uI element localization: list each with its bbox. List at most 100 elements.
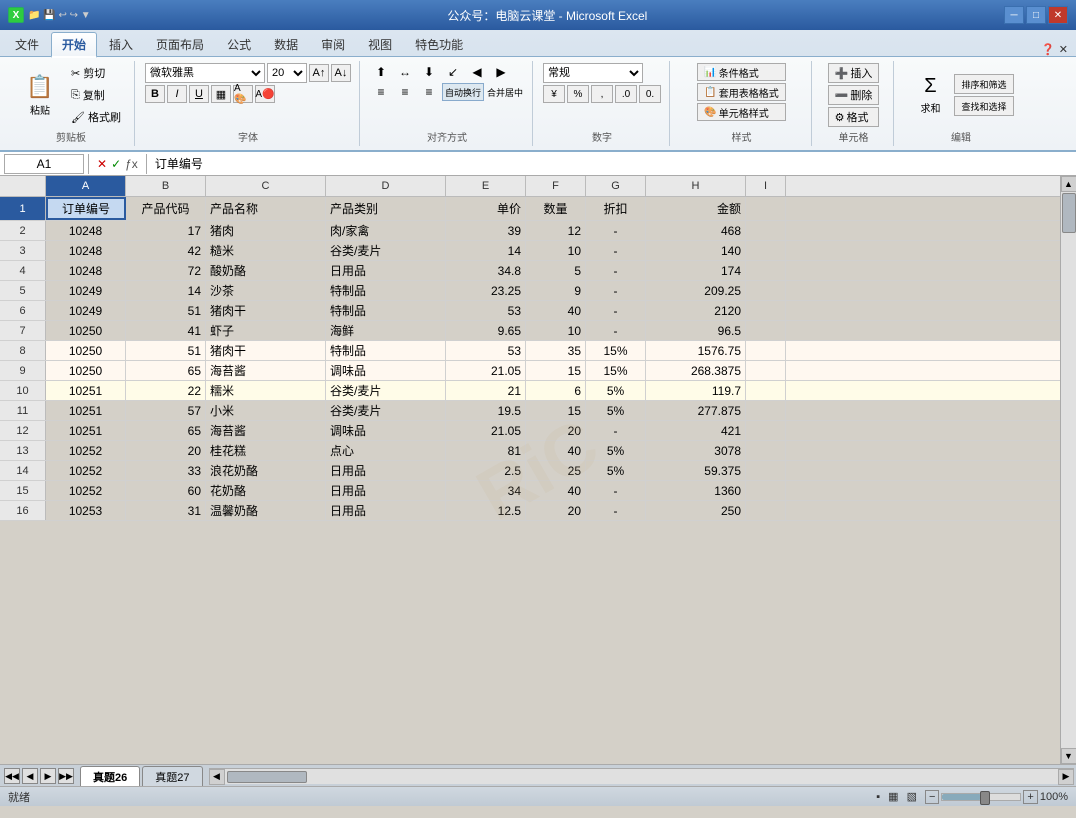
cell-h6[interactable]: 2120	[646, 301, 746, 320]
sheet-next-one-button[interactable]: ▶	[40, 768, 56, 784]
cell-b2[interactable]: 17	[126, 221, 206, 240]
tab-data[interactable]: 数据	[263, 32, 309, 56]
font-name-select[interactable]: 微软雅黑	[145, 63, 265, 83]
scroll-track[interactable]	[1061, 192, 1076, 748]
cell-d4[interactable]: 日用品	[326, 261, 446, 280]
row-number-13[interactable]: 13	[0, 441, 46, 460]
col-header-b[interactable]: B	[126, 176, 206, 196]
tab-review[interactable]: 审阅	[310, 32, 356, 56]
align-middle-button[interactable]: ↔	[394, 63, 416, 81]
paste-button[interactable]: 📋 粘贴	[16, 66, 64, 124]
cell-f4[interactable]: 5	[526, 261, 586, 280]
insert-function-icon[interactable]: ƒx	[125, 157, 138, 171]
cell-g4[interactable]: -	[586, 261, 646, 280]
cell-d5[interactable]: 特制品	[326, 281, 446, 300]
cell-a5[interactable]: 10249	[46, 281, 126, 300]
zoom-handle[interactable]	[980, 791, 990, 805]
cell-e6[interactable]: 53	[446, 301, 526, 320]
cell-h1[interactable]: 金额	[646, 197, 746, 220]
cell-d6[interactable]: 特制品	[326, 301, 446, 320]
row-number-10[interactable]: 10	[0, 381, 46, 400]
cell-i12[interactable]	[746, 421, 786, 440]
cell-f5[interactable]: 9	[526, 281, 586, 300]
cell-i5[interactable]	[746, 281, 786, 300]
vertical-scrollbar[interactable]: ▲ ▼	[1060, 176, 1076, 764]
cell-d1[interactable]: 产品类别	[326, 197, 446, 220]
cell-c12[interactable]: 海苔酱	[206, 421, 326, 440]
cell-b3[interactable]: 42	[126, 241, 206, 260]
cell-i2[interactable]	[746, 221, 786, 240]
minimize-button[interactable]: ─	[1004, 6, 1024, 24]
tab-page-layout[interactable]: 页面布局	[145, 32, 215, 56]
scroll-h-track[interactable]	[226, 770, 1058, 784]
cell-g10[interactable]: 5%	[586, 381, 646, 400]
cell-a3[interactable]: 10248	[46, 241, 126, 260]
cell-c4[interactable]: 酸奶酪	[206, 261, 326, 280]
cell-f7[interactable]: 10	[526, 321, 586, 340]
cell-g6[interactable]: -	[586, 301, 646, 320]
cell-c8[interactable]: 猪肉干	[206, 341, 326, 360]
cell-b16[interactable]: 31	[126, 501, 206, 520]
align-right-button[interactable]: ≡	[418, 83, 440, 101]
cell-f1[interactable]: 数量	[526, 197, 586, 220]
font-shrink-button[interactable]: A↓	[331, 64, 351, 82]
cell-g16[interactable]: -	[586, 501, 646, 520]
cell-c9[interactable]: 海苔酱	[206, 361, 326, 380]
align-top-button[interactable]: ⬆	[370, 63, 392, 81]
row-number-11[interactable]: 11	[0, 401, 46, 420]
cell-f15[interactable]: 40	[526, 481, 586, 500]
font-color-button[interactable]: A🔴	[255, 85, 275, 103]
cell-reference-input[interactable]	[4, 154, 84, 174]
cell-e8[interactable]: 53	[446, 341, 526, 360]
cell-e11[interactable]: 19.5	[446, 401, 526, 420]
sheet-tab-zhenti27[interactable]: 真题27	[142, 766, 202, 787]
cell-c6[interactable]: 猪肉干	[206, 301, 326, 320]
cut-button[interactable]: ✂剪切	[66, 63, 126, 83]
cell-a8[interactable]: 10250	[46, 341, 126, 360]
cell-c15[interactable]: 花奶酪	[206, 481, 326, 500]
align-center-button[interactable]: ≡	[394, 83, 416, 101]
cell-e14[interactable]: 2.5	[446, 461, 526, 480]
cell-c7[interactable]: 虾子	[206, 321, 326, 340]
border-button[interactable]: ▦	[211, 85, 231, 103]
minimize-ribbon-icon[interactable]: ✕	[1059, 43, 1068, 56]
horizontal-scrollbar[interactable]: ◀ ▶	[209, 768, 1075, 784]
cell-b7[interactable]: 41	[126, 321, 206, 340]
scroll-left-button[interactable]: ◀	[209, 769, 225, 785]
cell-i11[interactable]	[746, 401, 786, 420]
col-header-c[interactable]: C	[206, 176, 326, 196]
comma-button[interactable]: ,	[591, 85, 613, 103]
cell-i9[interactable]	[746, 361, 786, 380]
cell-h9[interactable]: 268.3875	[646, 361, 746, 380]
zoom-in-button[interactable]: +	[1023, 790, 1037, 804]
cell-a9[interactable]: 10250	[46, 361, 126, 380]
view-normal-icon[interactable]: ▪	[876, 791, 880, 803]
format-painter-button[interactable]: 🖌格式刷	[66, 107, 126, 127]
cell-c3[interactable]: 糙米	[206, 241, 326, 260]
cell-g8[interactable]: 15%	[586, 341, 646, 360]
cell-d12[interactable]: 调味品	[326, 421, 446, 440]
cell-a13[interactable]: 10252	[46, 441, 126, 460]
merge-button[interactable]: 合并居中	[486, 83, 524, 101]
wrap-text-button[interactable]: 自动换行	[442, 83, 484, 101]
cell-f3[interactable]: 10	[526, 241, 586, 260]
cell-e4[interactable]: 34.8	[446, 261, 526, 280]
cell-g5[interactable]: -	[586, 281, 646, 300]
cell-c5[interactable]: 沙茶	[206, 281, 326, 300]
indent-increase-button[interactable]: ▶	[490, 63, 512, 81]
cell-f13[interactable]: 40	[526, 441, 586, 460]
font-size-select[interactable]: 20	[267, 63, 307, 83]
confirm-formula-icon[interactable]: ✓	[111, 157, 121, 171]
cell-b1[interactable]: 产品代码	[126, 197, 206, 220]
row-number-14[interactable]: 14	[0, 461, 46, 480]
row-number-1[interactable]: 1	[0, 197, 46, 220]
cell-c11[interactable]: 小米	[206, 401, 326, 420]
cell-g13[interactable]: 5%	[586, 441, 646, 460]
cell-b13[interactable]: 20	[126, 441, 206, 460]
table-format-button[interactable]: 📋套用表格格式	[697, 83, 785, 101]
currency-button[interactable]: ¥	[543, 85, 565, 103]
col-header-g[interactable]: G	[586, 176, 646, 196]
cell-a16[interactable]: 10253	[46, 501, 126, 520]
delete-cells-button[interactable]: ➖删除	[828, 85, 880, 105]
cell-i7[interactable]	[746, 321, 786, 340]
